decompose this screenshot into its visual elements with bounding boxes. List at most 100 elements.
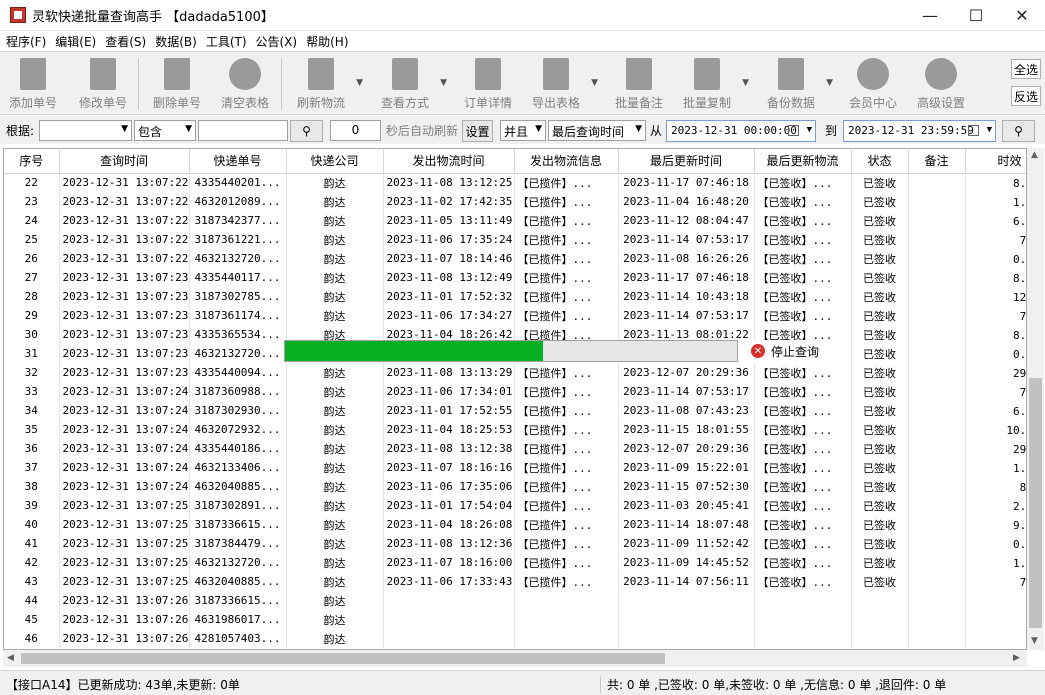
scroll-right-icon[interactable]: ▶: [1013, 653, 1020, 663]
table-row[interactable]: 37 2023-12-31 13:07:24 4632133406... 韵达 2023…: [4, 458, 1026, 477]
delete-number-button[interactable]: 删除单号: [147, 56, 207, 112]
column-header[interactable]: 快递单号: [189, 149, 287, 174]
export-table-button[interactable]: 导出表格 ▼: [526, 56, 598, 112]
table-cell: [908, 230, 966, 249]
table-row[interactable]: 24 2023-12-31 13:07:22 3187342377... 韵达 2023…: [4, 211, 1026, 230]
menu-notice[interactable]: 公告(X): [256, 33, 298, 50]
set-button[interactable]: 设置: [462, 120, 493, 142]
table-row[interactable]: 27 2023-12-31 13:07:23 4335440117... 韵达 2023…: [4, 268, 1026, 287]
refresh-seconds-input[interactable]: 0: [330, 120, 381, 141]
table-cell: [908, 515, 966, 534]
column-header[interactable]: 时效: [965, 149, 1026, 174]
table-row[interactable]: 40 2023-12-31 13:07:25 3187336615... 韵达 2023…: [4, 515, 1026, 534]
table-cell: 40: [4, 515, 60, 534]
vertical-scroll-thumb[interactable]: [1029, 378, 1042, 628]
to-date-picker[interactable]: 2023-12-31 23:59:59 ▼: [843, 120, 996, 142]
chevron-down-icon[interactable]: ▼: [591, 78, 598, 88]
table-row[interactable]: 32 2023-12-31 13:07:23 4335440094... 韵达 2023…: [4, 363, 1026, 382]
stop-query-button[interactable]: ✕ 停止查询: [748, 340, 826, 362]
table-cell: 2023-11-14 07:56:11: [618, 572, 755, 591]
table-cell: 【已揽件】...: [514, 420, 619, 439]
time-field-select[interactable]: 最后查询时间 ▼: [548, 120, 646, 141]
menu-help[interactable]: 帮助(H): [306, 33, 348, 50]
column-header[interactable]: 查询时间: [59, 149, 190, 174]
table-cell: 45: [4, 610, 60, 629]
column-header[interactable]: 最后更新物流: [754, 149, 852, 174]
scroll-up-icon[interactable]: ▲: [1031, 150, 1038, 160]
from-date-picker[interactable]: 2023-12-31 00:00:00 ▼: [666, 120, 816, 142]
member-center-button[interactable]: 会员中心: [843, 56, 903, 112]
search-button[interactable]: ⚲: [290, 120, 323, 142]
table-row[interactable]: 23 2023-12-31 13:07:22 4632012089... 韵达 2023…: [4, 192, 1026, 211]
to-label: 到: [825, 124, 838, 138]
refresh-logistics-button[interactable]: 刷新物流 ▼: [291, 56, 363, 112]
basis-select[interactable]: ▼: [39, 120, 132, 141]
scroll-left-icon[interactable]: ◀: [7, 653, 14, 663]
table-row[interactable]: 43 2023-12-31 13:07:25 4632040885... 韵达 2023…: [4, 572, 1026, 591]
table-row[interactable]: 42 2023-12-31 13:07:25 4632132720... 韵达 2023…: [4, 553, 1026, 572]
keyword-input[interactable]: [198, 120, 288, 141]
column-header[interactable]: 发出物流时间: [383, 149, 515, 174]
menu-tools[interactable]: 工具(T): [206, 33, 247, 50]
menu-edit[interactable]: 编辑(E): [55, 33, 96, 50]
view-mode-button[interactable]: 查看方式 ▼: [375, 56, 447, 112]
select-all-button[interactable]: 全选: [1011, 59, 1041, 79]
menu-data[interactable]: 数据(B): [155, 33, 197, 50]
table-row[interactable]: 34 2023-12-31 13:07:24 3187302930... 韵达 2023…: [4, 401, 1026, 420]
column-header[interactable]: 最后更新时间: [618, 149, 755, 174]
edit-number-button[interactable]: 修改单号: [73, 56, 133, 112]
table-row[interactable]: 33 2023-12-31 13:07:24 3187360988... 韵达 2023…: [4, 382, 1026, 401]
table-row[interactable]: 29 2023-12-31 13:07:23 3187361174... 韵达 2023…: [4, 306, 1026, 325]
horizontal-scroll-thumb[interactable]: [21, 653, 665, 664]
table-row[interactable]: 36 2023-12-31 13:07:24 4335440186... 韵达 2023…: [4, 439, 1026, 458]
column-header[interactable]: 序号: [4, 149, 60, 174]
batch-note-button[interactable]: 批量备注: [609, 56, 669, 112]
chevron-down-icon[interactable]: ▼: [742, 78, 749, 88]
table-row[interactable]: 38 2023-12-31 13:07:24 4632040885... 韵达 2023…: [4, 477, 1026, 496]
minimize-button[interactable]: —: [907, 0, 953, 31]
horizontal-scrollbar[interactable]: ◀ ▶: [3, 650, 1027, 667]
table-row[interactable]: 41 2023-12-31 13:07:25 3187384479... 韵达 2023…: [4, 534, 1026, 553]
results-table[interactable]: 序号 查询时间 快递单号 快递公司 发出物流时间 发出物流信息 最后更新时间 最…: [3, 148, 1027, 650]
maximize-button[interactable]: ☐: [953, 0, 999, 31]
date-search-button[interactable]: ⚲: [1002, 120, 1035, 142]
table-cell: 韵达: [286, 591, 384, 610]
table-cell: 2023-11-08 16:26:26: [618, 249, 755, 268]
scroll-down-icon[interactable]: ▼: [1031, 636, 1038, 646]
table-row[interactable]: 39 2023-12-31 13:07:25 3187302891... 韵达 2023…: [4, 496, 1026, 515]
table-row[interactable]: 35 2023-12-31 13:07:24 4632072932... 韵达 2023…: [4, 420, 1026, 439]
table-cell: 已签收: [851, 268, 909, 287]
column-header[interactable]: 快递公司: [286, 149, 384, 174]
clear-table-button[interactable]: 清空表格: [215, 56, 275, 112]
table-cell: 2023-11-14 18:07:48: [618, 515, 755, 534]
table-cell: 韵达: [286, 363, 384, 382]
table-row[interactable]: 45 2023-12-31 13:07:26 4631986017... 韵达: [4, 610, 1026, 629]
menu-view[interactable]: 查看(S): [105, 33, 146, 50]
vertical-scrollbar[interactable]: ▲ ▼: [1027, 148, 1044, 650]
table-row[interactable]: 22 2023-12-31 13:07:22 4335440201... 韵达 2023…: [4, 173, 1026, 192]
match-mode-select[interactable]: 包含 ▼: [134, 120, 196, 141]
menu-program[interactable]: 程序(F): [6, 33, 46, 50]
column-header[interactable]: 状态: [851, 149, 909, 174]
order-detail-button[interactable]: 订单详情: [458, 56, 518, 112]
chevron-down-icon[interactable]: ▼: [440, 78, 447, 88]
table-row[interactable]: 25 2023-12-31 13:07:22 3187361221... 韵达 2023…: [4, 230, 1026, 249]
invert-selection-button[interactable]: 反选: [1011, 86, 1041, 106]
chevron-down-icon[interactable]: ▼: [826, 78, 833, 88]
column-header[interactable]: 发出物流信息: [514, 149, 619, 174]
advanced-settings-button[interactable]: 高级设置: [911, 56, 971, 112]
view-doc-icon: [392, 58, 418, 90]
batch-copy-button[interactable]: 批量复制 ▼: [677, 56, 749, 112]
column-header[interactable]: 备注: [908, 149, 966, 174]
backup-data-button[interactable]: 备份数据 ▼: [761, 56, 833, 112]
logic-select[interactable]: 并且 ▼: [500, 120, 546, 141]
add-number-button[interactable]: 添加单号: [3, 56, 63, 112]
table-cell: 【已签收】...: [754, 382, 852, 401]
chevron-down-icon[interactable]: ▼: [356, 78, 363, 88]
table-cell: 42: [4, 553, 60, 572]
table-row[interactable]: 44 2023-12-31 13:07:26 3187336615... 韵达: [4, 591, 1026, 610]
table-row[interactable]: 26 2023-12-31 13:07:22 4632132720... 韵达 2023…: [4, 249, 1026, 268]
table-row[interactable]: 46 2023-12-31 13:07:26 4281057403... 韵达: [4, 629, 1026, 648]
close-button[interactable]: ✕: [999, 0, 1045, 31]
table-row[interactable]: 28 2023-12-31 13:07:23 3187302785... 韵达 2023…: [4, 287, 1026, 306]
